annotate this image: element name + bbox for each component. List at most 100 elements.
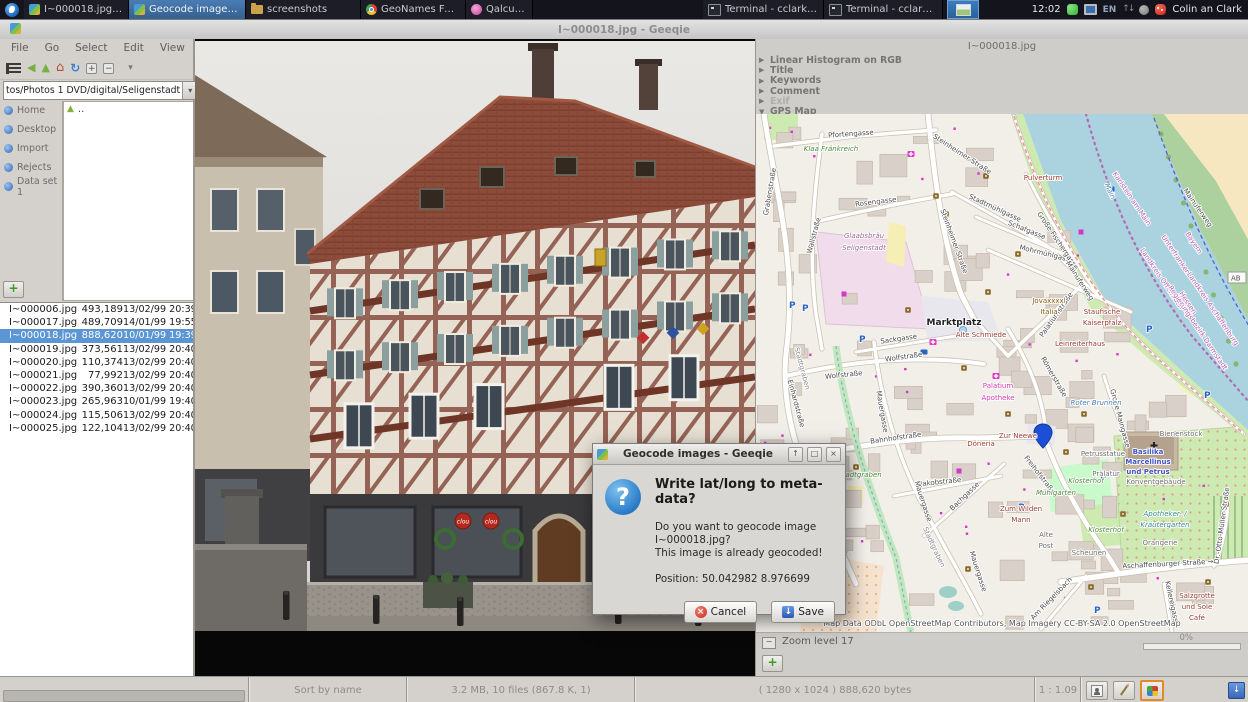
network-traffic-icon[interactable]: ↑↓	[1122, 4, 1133, 15]
file-date: 13/02/99 20:39:56	[123, 304, 193, 315]
file-row[interactable]: I~000006.jpg493,18913/02/99 20:39:56	[0, 303, 193, 316]
zoom-in-button[interactable]: +	[86, 63, 97, 74]
overlay-info-button[interactable]	[1086, 681, 1108, 700]
file-size: 373,561	[81, 344, 123, 355]
dialog-heading: Write lat/long to meta-data?	[655, 473, 835, 507]
file-date: 13/02/99 20:40:08	[123, 423, 193, 434]
folder-item-up[interactable]: ▲..	[64, 102, 193, 116]
file-row[interactable]: I~000022.jpg390,36013/02/99 20:40:06	[0, 382, 193, 395]
split-pane-button[interactable]: ↓	[1228, 682, 1245, 699]
statusbar: Sort by name 3.2 MB, 10 files (867.8 K, …	[0, 676, 1248, 702]
map-label: und Petrus	[1126, 468, 1169, 476]
file-row[interactable]: I~000025.jpg122,10413/02/99 20:40:08	[0, 422, 193, 435]
section-title[interactable]: ▶Title	[759, 65, 1248, 75]
close-button[interactable]: ×	[826, 447, 841, 462]
folder-up-icon: ▲	[67, 104, 74, 114]
updates-tray-icon[interactable]	[1067, 4, 1078, 15]
file-size: 888,620	[81, 330, 123, 341]
menu-file[interactable]: File	[4, 41, 36, 55]
file-name: I~000025.jpg	[0, 423, 81, 434]
color-management-button[interactable]	[1140, 680, 1164, 701]
edit-metadata-button[interactable]	[1113, 681, 1135, 700]
map-label: Salzgrotte	[1179, 592, 1215, 600]
dialog-titlebar[interactable]: Geocode images - Geeqie ↑ □ ×	[593, 444, 845, 465]
display-tray-icon[interactable]	[1084, 4, 1097, 15]
amenity-icon	[1005, 411, 1011, 417]
up-button[interactable]: ▲	[41, 61, 49, 75]
tray-app-icon[interactable]	[947, 0, 979, 19]
add-bookmark-button[interactable]: +	[3, 281, 24, 298]
file-row[interactable]: I~000023.jpg265,96310/01/99 19:40:46	[0, 395, 193, 408]
home-button[interactable]: ⌂	[56, 61, 64, 75]
bookmark-rejects[interactable]: Rejects	[0, 158, 62, 177]
map-label: Italia	[1040, 308, 1057, 316]
toolbar-overflow-button[interactable]: ▾	[128, 61, 133, 75]
geocode-dialog: Geocode images - Geeqie ↑ □ × ? Write la…	[592, 443, 846, 615]
image-info: ( 1280 x 1024 ) 888,620 bytes	[636, 677, 1036, 702]
map-label: Kräutergarten	[1140, 521, 1189, 529]
maximize-button[interactable]: □	[807, 447, 822, 462]
zoom-ratio[interactable]: 1 : 1.09	[1036, 677, 1082, 702]
section-linear-histogram-on-rgb[interactable]: ▶Linear Histogram on RGB	[759, 55, 1248, 65]
parking-icon: P	[1094, 606, 1101, 616]
chrome-icon	[366, 4, 377, 15]
zoom-out-button[interactable]: −	[103, 63, 114, 74]
file-row[interactable]: I~000021.jpg77,99213/02/99 20:40:02	[0, 369, 193, 382]
file-row[interactable]: I~000020.jpg110,37413/02/99 20:40:00	[0, 356, 193, 369]
file-row[interactable]: I~000018.jpg888,62010/01/99 19:39:16	[0, 329, 193, 342]
app-menu-button[interactable]	[0, 0, 24, 19]
bookmark-home[interactable]: Home	[0, 101, 62, 120]
map-label: Mann	[1011, 516, 1030, 524]
file-row[interactable]: I~000024.jpg115,50613/02/99 20:40:08	[0, 409, 193, 422]
sort-selector[interactable]: Sort by name	[250, 677, 408, 702]
file-name: I~000020.jpg	[0, 357, 81, 368]
keyboard-layout-indicator[interactable]: EN	[1103, 5, 1117, 15]
view-list-button[interactable]	[6, 63, 21, 74]
map-label: Petrusstatue	[1081, 450, 1125, 458]
bookmark-icon	[4, 182, 13, 191]
menubar: FileGoSelectEditViewHelp	[0, 39, 193, 57]
taskbar-window-button[interactable]: GeoNames Fulltextsear...	[361, 0, 466, 19]
file-row[interactable]: I~000017.jpg489,70914/01/99 19:55:42	[0, 316, 193, 329]
notification-tray-icon[interactable]	[1155, 4, 1166, 15]
path-combo[interactable]: tos/Photos 1 DVD/digital/Seligenstadt ▾	[3, 81, 198, 100]
bookmark-data-set-1[interactable]: Data set 1	[0, 177, 62, 196]
bookmark-desktop[interactable]: Desktop	[0, 120, 62, 139]
section-comment[interactable]: ▶Comment	[759, 86, 1248, 96]
bookmark-import[interactable]: Import	[0, 139, 62, 158]
amenity-icon	[985, 289, 991, 295]
desktop: I~000018.jpg - GeeqieGeocode images - Ge…	[0, 0, 1248, 702]
section-keywords[interactable]: ▶Keywords	[759, 76, 1248, 86]
section-exif[interactable]: ▶Exif	[759, 96, 1248, 106]
taskbar-window-button[interactable]: Terminal - cclark@talltr...	[703, 0, 824, 19]
amenity-icon	[1205, 579, 1211, 585]
file-size: 115,506	[81, 410, 123, 421]
path-value[interactable]: tos/Photos 1 DVD/digital/Seligenstadt	[4, 85, 182, 96]
taskbar-window-button[interactable]: Qalculate!	[466, 0, 533, 19]
taskbar-window-button[interactable]: I~000018.jpg - Geeqie	[24, 0, 129, 19]
file-row[interactable]: I~000019.jpg373,56113/02/99 20:40:00	[0, 343, 193, 356]
user-name[interactable]: Colin an Clark	[1172, 4, 1242, 15]
file-date: 13/02/99 20:40:08	[123, 410, 193, 421]
collapse-zoom-icon[interactable]: −	[762, 637, 776, 649]
taskbar-window-label: screenshots	[267, 4, 327, 15]
refresh-button[interactable]: ↻	[70, 61, 80, 75]
misc-tray-icon[interactable]	[1139, 5, 1149, 15]
menu-select[interactable]: Select	[68, 41, 114, 55]
back-button[interactable]: ◀	[27, 61, 35, 75]
dialog-text-line: This image is already geocoded!	[655, 547, 835, 560]
file-list: I~000006.jpg493,18913/02/99 20:39:56I~00…	[0, 302, 193, 677]
rollup-button[interactable]: ↑	[788, 447, 803, 462]
add-pane-button[interactable]: +	[762, 655, 783, 672]
taskbar-window-button[interactable]: Geocode images - Gee...	[129, 0, 246, 19]
menu-edit[interactable]: Edit	[117, 41, 151, 55]
menu-go[interactable]: Go	[38, 41, 67, 55]
map-label: und Sole	[1182, 603, 1213, 611]
bookmark-list: HomeDesktopImportRejectsData set 1 +	[0, 101, 63, 301]
save-button[interactable]: ↓ Save	[771, 601, 835, 623]
cancel-button[interactable]: × Cancel	[684, 601, 758, 623]
taskbar-window-button[interactable]: Terminal - cclark@talltr...	[824, 0, 943, 19]
menu-view[interactable]: View	[153, 41, 192, 55]
window-titlebar[interactable]: I~000018.jpg - Geeqie	[0, 20, 1248, 40]
taskbar-window-button[interactable]: screenshots	[246, 0, 361, 19]
